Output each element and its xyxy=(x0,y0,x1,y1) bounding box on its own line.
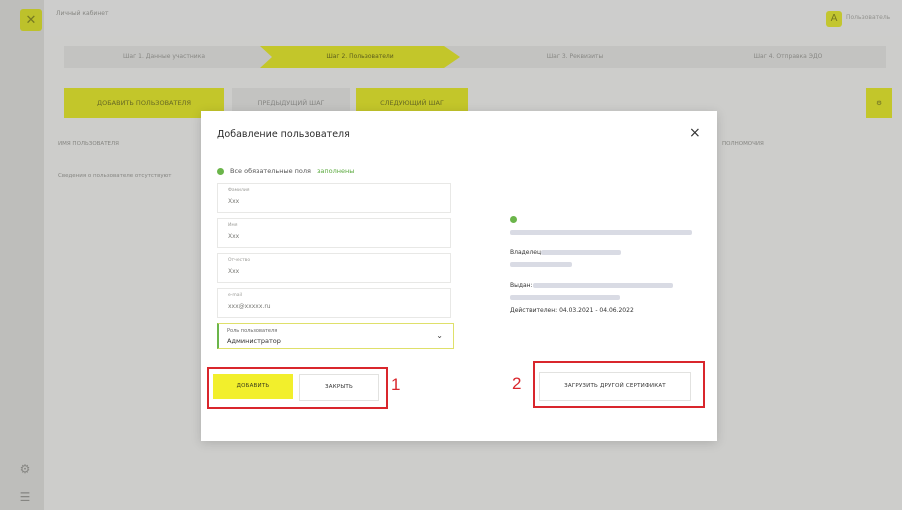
chevron-down-icon: ⌄ xyxy=(436,331,443,340)
role-select[interactable]: Роль пользователя Администратор ⌄ xyxy=(217,323,454,349)
modal-title: Добавление пользователя xyxy=(217,129,350,140)
first-name-field[interactable]: Имя Ххх xyxy=(217,218,451,248)
cert-valid-dates: Действителен: 04.03.2021 - 04.06.2022 xyxy=(510,307,634,314)
cert-blurred-line xyxy=(541,250,621,255)
cert-blurred-line xyxy=(510,230,692,235)
cert-owner-label: Владелец: xyxy=(510,249,544,256)
cert-blurred-line xyxy=(510,262,572,267)
annotation-box-1 xyxy=(207,367,388,409)
annotation-number-2: 2 xyxy=(512,374,522,393)
cert-blurred-line xyxy=(533,283,673,288)
annotation-number-1: 1 xyxy=(391,375,401,394)
cert-issuer-label: Выдан: xyxy=(510,282,533,289)
check-dot-icon xyxy=(217,167,224,175)
last-name-field[interactable]: Фамилия Ххх xyxy=(217,183,451,213)
email-field[interactable]: e-mail xxx@xxxxx.ru xyxy=(217,288,451,318)
cert-blurred-line xyxy=(510,295,620,300)
annotation-box-2 xyxy=(533,361,705,408)
cert-status-icon xyxy=(510,216,517,223)
required-fields-note: Все обязательные поля заполнены xyxy=(217,167,354,175)
middle-name-field[interactable]: Отчество Ххх xyxy=(217,253,451,283)
close-icon[interactable]: × xyxy=(689,125,701,141)
